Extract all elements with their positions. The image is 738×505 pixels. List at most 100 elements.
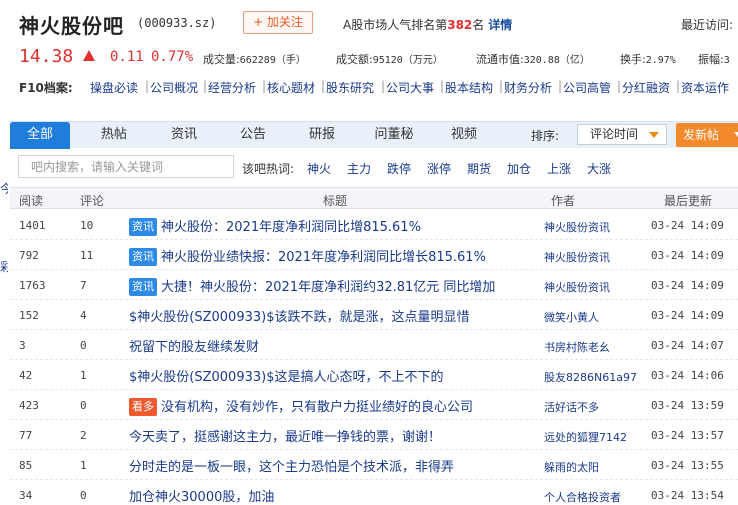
author-link[interactable]: 书房村陈老幺 (544, 339, 610, 355)
comment-count: 10 (80, 219, 94, 232)
new-post-label: 发新帖 (683, 128, 720, 142)
f10-link[interactable]: 经营分析 (208, 79, 256, 96)
author-link[interactable]: 股友8286N61a97 (544, 369, 637, 385)
market-cap-value: 320.88（亿） (523, 55, 590, 66)
price-change-pct: 0.77% (151, 49, 194, 65)
read-count: 77 (19, 429, 33, 442)
post-title-link[interactable]: $神火股份(SZ000933)$该跌不跌，就是涨，这点量明显惜 (129, 306, 469, 325)
hot-word-link[interactable]: 加仓 (507, 160, 531, 177)
tab-6[interactable]: 视频 (434, 122, 494, 149)
author-link[interactable]: 活好话不多 (544, 399, 599, 415)
table-row: 152 4 $神火股份(SZ000933)$该跌不跌，就是涨，这点量明显惜 微笑小黄人… (10, 300, 738, 330)
f10-separator: | (499, 79, 504, 93)
bar-search-input[interactable] (18, 155, 234, 178)
post-title-link[interactable]: 资讯 神火股份业绩快报：2021年度净利润同比增长815.61% (129, 246, 486, 266)
side-panel-fragment-bottom[interactable]: 彩 (0, 258, 8, 275)
post-title-link[interactable]: 资讯 神火股份：2021年度净利润同比增815.61% (129, 216, 421, 236)
bar-title[interactable]: 神火股份吧 (19, 10, 124, 39)
post-title-link[interactable]: 今天卖了，挺感谢这主力，最近唯一挣钱的票，谢谢！ (129, 426, 441, 445)
rank-prefix: A股市场人气排名第 (343, 18, 448, 32)
post-title-text: 加仓神火30000股，加油 (129, 490, 275, 505)
f10-link[interactable]: 公司概况 (150, 79, 198, 96)
turnover: 成交额:95120（万元） (336, 51, 443, 67)
f10-separator: | (440, 79, 445, 93)
sort-select[interactable]: 评论时间 (577, 124, 667, 145)
last-updated: 03-24 14:09 (651, 309, 724, 322)
hot-word-link[interactable]: 神火 (307, 160, 331, 177)
tab-5[interactable]: 问董秘 (360, 122, 428, 149)
turnover-label: 成交额: (336, 53, 373, 66)
comment-count: 0 (80, 489, 87, 502)
post-tag-badge: 资讯 (129, 248, 157, 266)
market-cap-label: 流通市值: (476, 53, 524, 66)
f10-label: F10档案: (19, 81, 73, 95)
comment-count: 0 (80, 399, 87, 412)
author-link[interactable]: 神火股份资讯 (544, 219, 610, 235)
f10-separator: | (262, 79, 267, 93)
post-title-link[interactable]: 加仓神火30000股，加油 (129, 486, 274, 505)
post-title-text: 没有机构，没有炒作，只有散户力挺业绩好的良心公司 (161, 400, 474, 415)
f10-link[interactable]: 公司大事 (386, 79, 434, 96)
amplitude-label: 振幅: (698, 53, 724, 66)
tab-0[interactable]: 全部 (10, 122, 70, 149)
post-title-text: 今天卖了，挺感谢这主力，最近唯一挣钱的票，谢谢！ (129, 430, 442, 445)
side-panel-fragment-top[interactable]: 今 (0, 180, 8, 197)
post-tag-badge: 看多 (129, 398, 157, 416)
rank-detail-link[interactable]: 详情 (488, 18, 512, 32)
read-count: 3 (19, 339, 26, 352)
f10-separator: | (558, 79, 563, 93)
hot-word-link[interactable]: 主力 (347, 160, 371, 177)
post-title-text: $神火股份(SZ000933)$这是搞人心态呀，不上不下的 (129, 370, 444, 385)
table-row: 42 1 $神火股份(SZ000933)$这是搞人心态呀，不上不下的 股友8286N6… (10, 360, 738, 390)
stock-code: (000933.sz) (137, 16, 217, 30)
last-price: 14.38 (19, 46, 74, 67)
post-title-link[interactable]: 看多 没有机构，没有炒作，只有散户力挺业绩好的良心公司 (129, 396, 473, 416)
author-link[interactable]: 神火股份资讯 (544, 249, 610, 265)
tab-1[interactable]: 热帖 (85, 122, 143, 149)
hot-word-link[interactable]: 大涨 (587, 160, 611, 177)
f10-link[interactable]: 操盘必读 (90, 79, 138, 96)
comment-count: 4 (80, 309, 87, 322)
post-title-text: 分时走的是一板一眼，这个主力恐怕是个技术派，非得弄 (129, 460, 455, 475)
post-title-link[interactable]: 祝留下的股友继续发财 (129, 336, 259, 355)
f10-link[interactable]: 核心题材 (267, 79, 315, 96)
author-link[interactable]: 微笑小黄人 (544, 309, 599, 325)
turnover-value: 95120（万元） (372, 55, 443, 66)
author-link[interactable]: 神火股份资讯 (544, 279, 610, 295)
author-link[interactable]: 个人合格投资者 (544, 489, 621, 505)
f10-link[interactable]: 资本运作 (681, 79, 729, 96)
comment-count: 0 (80, 339, 87, 352)
hot-word-link[interactable]: 期货 (467, 160, 491, 177)
hot-word-link[interactable]: 上涨 (547, 160, 571, 177)
f10-link[interactable]: 分红融资 (622, 79, 670, 96)
post-title-link[interactable]: 资讯 大捷！神火股份：2021年度净利润约32.81亿元 同比增加 (129, 276, 495, 296)
f10-separator: | (321, 79, 326, 93)
turnover-rate-value: 2.97% (645, 55, 676, 66)
f10-link[interactable]: 股东研究 (326, 79, 374, 96)
amplitude: 振幅:3 (698, 51, 730, 67)
turnover-rate-label: 换手: (620, 53, 646, 66)
hot-word-link[interactable]: 跌停 (387, 160, 411, 177)
hot-word-link[interactable]: 涨停 (427, 160, 451, 177)
rank-suffix: 名 (472, 18, 485, 32)
f10-link[interactable]: 公司高管 (563, 79, 611, 96)
author-link[interactable]: 远处的狐狸7142 (544, 429, 627, 445)
f10-link[interactable]: 财务分析 (504, 79, 552, 96)
last-updated: 03-24 13:55 (651, 459, 724, 472)
post-title-link[interactable]: 分时走的是一板一眼，这个主力恐怕是个技术派，非得弄 (129, 456, 454, 475)
post-title-link[interactable]: $神火股份(SZ000933)$这是搞人心态呀，不上不下的 (129, 366, 443, 385)
quote-bar: 14.38 0.11 0.77% 成交量:662289（手） 成交额:95120… (0, 44, 738, 70)
tab-3[interactable]: 公告 (224, 122, 282, 149)
recent-visit-label: 最近访问: (681, 18, 734, 32)
amplitude-value: 3 (723, 55, 730, 66)
tab-2[interactable]: 资讯 (155, 122, 213, 149)
volume: 成交量:662289（手） (203, 51, 306, 67)
post-table-header: 阅读 评论 标题 作者 最后更新 (10, 187, 738, 209)
author-link[interactable]: 躲雨的太阳 (544, 459, 599, 475)
header-title: 标题 (323, 194, 348, 208)
new-post-button[interactable]: 发新帖 (676, 123, 738, 147)
f10-link[interactable]: 股本结构 (445, 79, 493, 96)
table-row: 77 2 今天卖了，挺感谢这主力，最近唯一挣钱的票，谢谢！ 远处的狐狸7142 03-2… (10, 420, 738, 450)
follow-button[interactable]: + 加关注 (243, 11, 313, 34)
tab-4[interactable]: 研报 (293, 122, 351, 149)
